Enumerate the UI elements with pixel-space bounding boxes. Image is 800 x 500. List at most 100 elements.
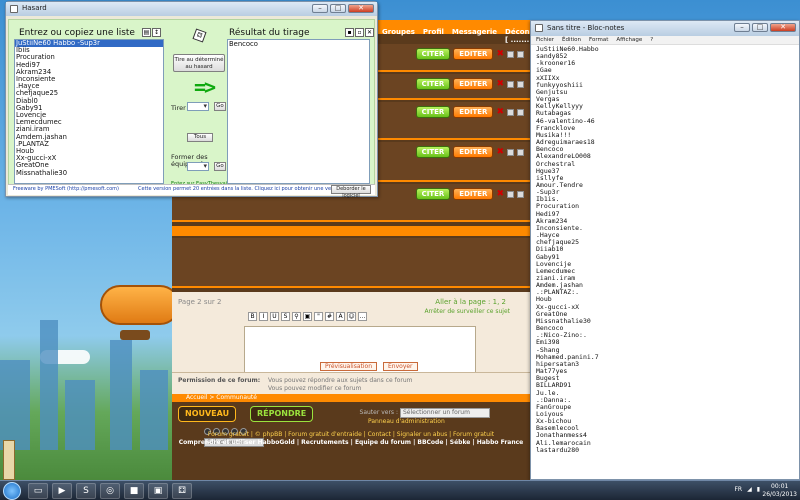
save-icon[interactable]: ▪ — [345, 28, 354, 37]
underline-icon[interactable]: U — [270, 312, 279, 321]
tirer-go-button[interactable]: Go — [214, 102, 226, 111]
chrome-icon[interactable]: ◎ — [100, 483, 120, 499]
app-icon — [10, 5, 18, 13]
media-icon[interactable]: ▶ — [52, 483, 72, 499]
list-item[interactable]: .PLANTAZ — [15, 140, 163, 148]
menu-help[interactable]: ? — [650, 36, 653, 44]
menu-format[interactable]: Format — [589, 36, 608, 44]
teams-size-select[interactable] — [187, 162, 209, 171]
teams-go-button[interactable]: Go — [214, 162, 226, 171]
start-button[interactable] — [3, 482, 21, 500]
report-icon[interactable] — [517, 190, 524, 198]
menu-edit[interactable]: Édition — [562, 36, 581, 44]
cite-button[interactable]: CITER — [415, 106, 451, 118]
maximize-button[interactable]: □ — [330, 4, 346, 13]
freeware-credit[interactable]: Freeware by PMESoft (http://pmesoft.com) — [13, 186, 119, 192]
language-indicator[interactable]: FR — [734, 486, 742, 493]
admin-panel-link[interactable]: Panneau d'administration — [368, 418, 445, 425]
menu-file[interactable]: Fichier — [536, 36, 554, 44]
notepad-titlebar[interactable]: Sans titre - Bloc-notes – □ ✕ — [531, 21, 799, 36]
unlock-button[interactable]: Deborder le logiciel — [331, 185, 371, 199]
smiley-icon[interactable]: ☺ — [347, 312, 356, 321]
open-file-icon[interactable]: ▤ — [142, 28, 151, 37]
edit-button[interactable]: EDITER — [453, 48, 494, 60]
ip-icon[interactable] — [507, 80, 514, 88]
draw-button[interactable]: Tire au déterminé au hasard — [173, 54, 225, 72]
notepad-line: Adreguimaraes18 — [536, 138, 595, 147]
bold-icon[interactable]: B — [248, 312, 257, 321]
print-icon[interactable]: ▫ — [355, 28, 364, 37]
notepad-text-area[interactable]: JuStiiNe60.Habbo sandy852 -krooner16 iGae xX… — [536, 46, 796, 476]
send-button[interactable]: Envoyer — [383, 362, 418, 371]
result-list[interactable]: Bencoco — [227, 39, 370, 184]
cite-button[interactable]: CITER — [415, 146, 451, 158]
entry-list[interactable]: JuStiiNe60 Habbo -Sup3r Ibiis Procuratio… — [14, 39, 164, 184]
delete-icon[interactable]: ✖ — [496, 79, 504, 89]
reply-button[interactable]: RÉPONDRE — [250, 406, 314, 422]
clear-icon[interactable]: ✕ — [365, 28, 374, 37]
delete-icon[interactable]: ✖ — [496, 107, 504, 117]
footer-line[interactable]: Comprendre et utiliser HabboGold | Recru… — [172, 439, 530, 446]
quote-icon[interactable]: " — [314, 312, 323, 321]
taskbar: ▭ ▶ S ◎ ■ ▣ ⚃ FR ◢ ▮ 00:01 26/03/2013 — [0, 480, 800, 500]
nav-link-groups[interactable]: Groupes — [382, 28, 415, 40]
ip-icon[interactable] — [507, 50, 514, 58]
reply-buttons: Prévisualisation Envoyer — [320, 362, 418, 371]
code-icon[interactable]: # — [325, 312, 334, 321]
notepad-line: BILLARD91 — [536, 381, 572, 390]
image-icon[interactable]: ▣ — [303, 312, 312, 321]
skype-icon[interactable]: S — [76, 483, 96, 499]
unwatch-topic-link[interactable]: Arrêter de surveiller ce sujet — [424, 308, 510, 315]
edit-button[interactable]: EDITER — [453, 78, 494, 90]
report-icon[interactable] — [517, 80, 524, 88]
link-icon[interactable]: ⚲ — [292, 312, 301, 321]
color-icon[interactable]: A — [336, 312, 345, 321]
more-icon[interactable]: … — [358, 312, 367, 321]
report-icon[interactable] — [517, 148, 524, 156]
ip-icon[interactable] — [507, 148, 514, 156]
preview-button[interactable]: Prévisualisation — [320, 362, 377, 371]
tirer-count-select[interactable] — [187, 102, 209, 111]
edit-button[interactable]: EDITER — [453, 188, 494, 200]
cite-button[interactable]: CITER — [415, 78, 451, 90]
minimize-button[interactable]: – — [312, 4, 328, 13]
new-topic-button[interactable]: NOUVEAU — [178, 406, 237, 422]
report-icon[interactable] — [517, 50, 524, 58]
import-icon[interactable]: ↕ — [152, 28, 161, 37]
close-button[interactable]: ✕ — [348, 4, 374, 13]
edit-button[interactable]: EDITER — [453, 146, 494, 158]
list-item[interactable]: Missnathalie30 — [15, 169, 163, 177]
delete-icon[interactable]: ✖ — [496, 147, 504, 157]
jump-to-forum-select[interactable]: Sélectionner un forum — [400, 408, 490, 418]
dice-app-icon[interactable]: ⚃ — [172, 483, 192, 499]
volume-icon[interactable]: ◢ — [747, 486, 752, 493]
edit-button[interactable]: EDITER — [453, 106, 494, 118]
network-icon[interactable]: ▮ — [757, 486, 760, 493]
window-icon[interactable]: ▣ — [148, 483, 168, 499]
cite-button[interactable]: CITER — [415, 188, 451, 200]
maximize-button[interactable]: □ — [752, 23, 768, 32]
report-icon[interactable] — [517, 108, 524, 116]
cite-button[interactable]: CITER — [415, 48, 451, 60]
ip-icon[interactable] — [507, 108, 514, 116]
list-item[interactable]: JuStiiNe60 Habbo -Sup3r — [15, 40, 163, 48]
strike-icon[interactable]: S — [281, 312, 290, 321]
folder-icon[interactable]: ▭ — [28, 483, 48, 499]
breadcrumb-link[interactable]: Accueil > Communauté — [186, 394, 257, 401]
app-icon[interactable]: ■ — [124, 483, 144, 499]
minimize-button[interactable]: – — [734, 23, 750, 32]
nav-link-profile[interactable]: Profil — [423, 28, 444, 40]
city-building — [65, 380, 95, 450]
hasard-titlebar[interactable]: Hasard – □ ✕ — [6, 2, 377, 16]
close-button[interactable]: ✕ — [770, 23, 796, 32]
clock[interactable]: 00:01 26/03/2013 — [762, 483, 797, 499]
goto-page-link[interactable]: Aller à la page : 1, 2 — [435, 298, 506, 306]
delete-icon[interactable]: ✖ — [496, 49, 504, 59]
ip-icon[interactable] — [507, 190, 514, 198]
tous-button[interactable]: Tous — [187, 133, 213, 142]
delete-icon[interactable]: ✖ — [496, 189, 504, 199]
italic-icon[interactable]: I — [259, 312, 268, 321]
nav-link-messages[interactable]: Messagerie — [452, 28, 497, 40]
menu-view[interactable]: Affichage — [616, 36, 642, 44]
footer-line[interactable]: Forum gratuit | © phpBB | Forum gratuit … — [172, 431, 530, 438]
